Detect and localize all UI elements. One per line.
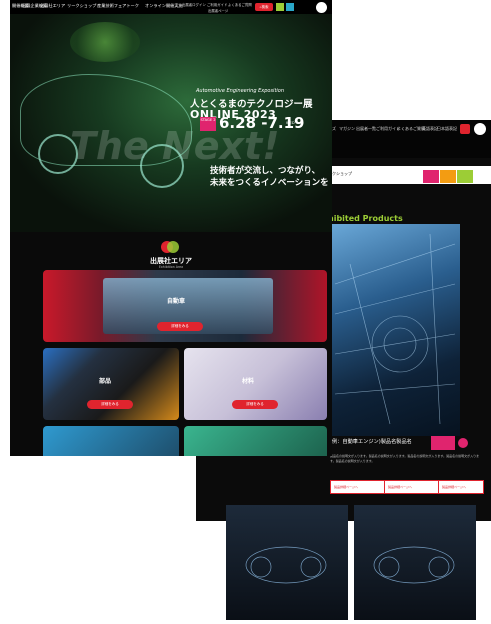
back-product-image (330, 224, 460, 436)
hero-end-day: WED (286, 121, 295, 125)
category-card-parts[interactable]: 部品 詳細をみる (43, 348, 179, 420)
exhibition-area-logo-icon (161, 241, 179, 253)
nav-item[interactable]: オンライン開催実施 (145, 3, 183, 9)
card-label: 自動車 (167, 298, 186, 305)
card-detail-button[interactable]: 詳細をみる (232, 400, 278, 409)
hero-expo-en: Automotive Engineering Exposition (196, 88, 285, 94)
back-heart-icon[interactable] (458, 438, 468, 448)
back-nav-item[interactable]: マガジン (339, 126, 355, 132)
card-detail-button[interactable]: 詳細をみる (157, 322, 203, 331)
card-label: 材料 (242, 378, 255, 385)
card-label: 部品 (99, 378, 112, 385)
back-avatar[interactable] (474, 123, 486, 135)
back-tag-pink-1[interactable] (431, 436, 455, 450)
util-link[interactable]: 出展者ログイン (182, 2, 206, 7)
back-product-description: 製品名の説明文が入ります。製品名の説明文が入ります。製品名の説明文が入ります。製… (330, 454, 480, 463)
back-chip-3[interactable] (457, 170, 473, 183)
util-link[interactable]: 出展者ページ (208, 8, 228, 13)
back-detail-button[interactable]: 製品詳細ページへ (438, 480, 484, 494)
back-detail-button[interactable]: 製品詳細ページへ (330, 480, 386, 494)
back-link[interactable]: よくあるご質問 (397, 126, 425, 132)
nav-item[interactable]: リークショップ (67, 3, 96, 9)
search-button[interactable]: ⌕ 検索 (255, 3, 273, 11)
back-chip-1[interactable] (423, 170, 439, 183)
wheel-graphic (140, 144, 184, 188)
category-card-automotive[interactable]: 自動車 詳細をみる (43, 270, 327, 342)
foliage-graphic (70, 22, 140, 62)
util-link[interactable]: ご利用ガイド (207, 2, 227, 7)
front-page-screenshot: 開催概要 出展企業検索 出展社エリア リークショップ 産業技術フェアトーク オン… (10, 0, 332, 456)
back-chip-2[interactable] (440, 170, 456, 183)
back-section-title: hibited Products (328, 214, 403, 223)
back-thumbnail-1[interactable] (226, 505, 348, 620)
back-link[interactable]: 日本語表記 (437, 126, 457, 132)
favorite-button[interactable] (276, 3, 284, 11)
card-detail-button[interactable]: 詳細をみる (87, 400, 133, 409)
back-thumbnail-2[interactable] (354, 505, 476, 620)
back-link[interactable]: 出展者一覧 (356, 126, 376, 132)
back-detail-button[interactable]: 製品詳細ページへ (384, 480, 440, 494)
cart-button[interactable] (286, 3, 294, 11)
nav-item[interactable]: 出展社エリア (40, 3, 65, 9)
stage-badge: STAGE 2 (200, 117, 216, 131)
hero-tagline-1: 技術者が交流し、つながり、 (210, 166, 321, 176)
back-link[interactable]: 英語表記 (422, 126, 438, 132)
hero-banner: The Next! Automotive Engineering Exposit… (10, 14, 332, 232)
category-card-partial[interactable] (184, 426, 327, 456)
avatar[interactable] (316, 2, 327, 13)
area-subtitle: Exhibition Area (158, 265, 184, 269)
util-link[interactable]: よくあるご質問 (228, 2, 252, 7)
wheel-graphic (38, 134, 78, 174)
back-product-title: (例：自動車エンジン)製品名製品名 (330, 439, 412, 445)
back-search-button[interactable] (460, 124, 470, 134)
category-card-partial[interactable] (43, 426, 179, 456)
category-card-materials[interactable]: 材料 詳細をみる (184, 348, 327, 420)
nav-item[interactable]: 産業技術フェアトーク (97, 3, 139, 9)
hero-tagline-2: 未来をつくるイノベーションを (210, 178, 329, 188)
